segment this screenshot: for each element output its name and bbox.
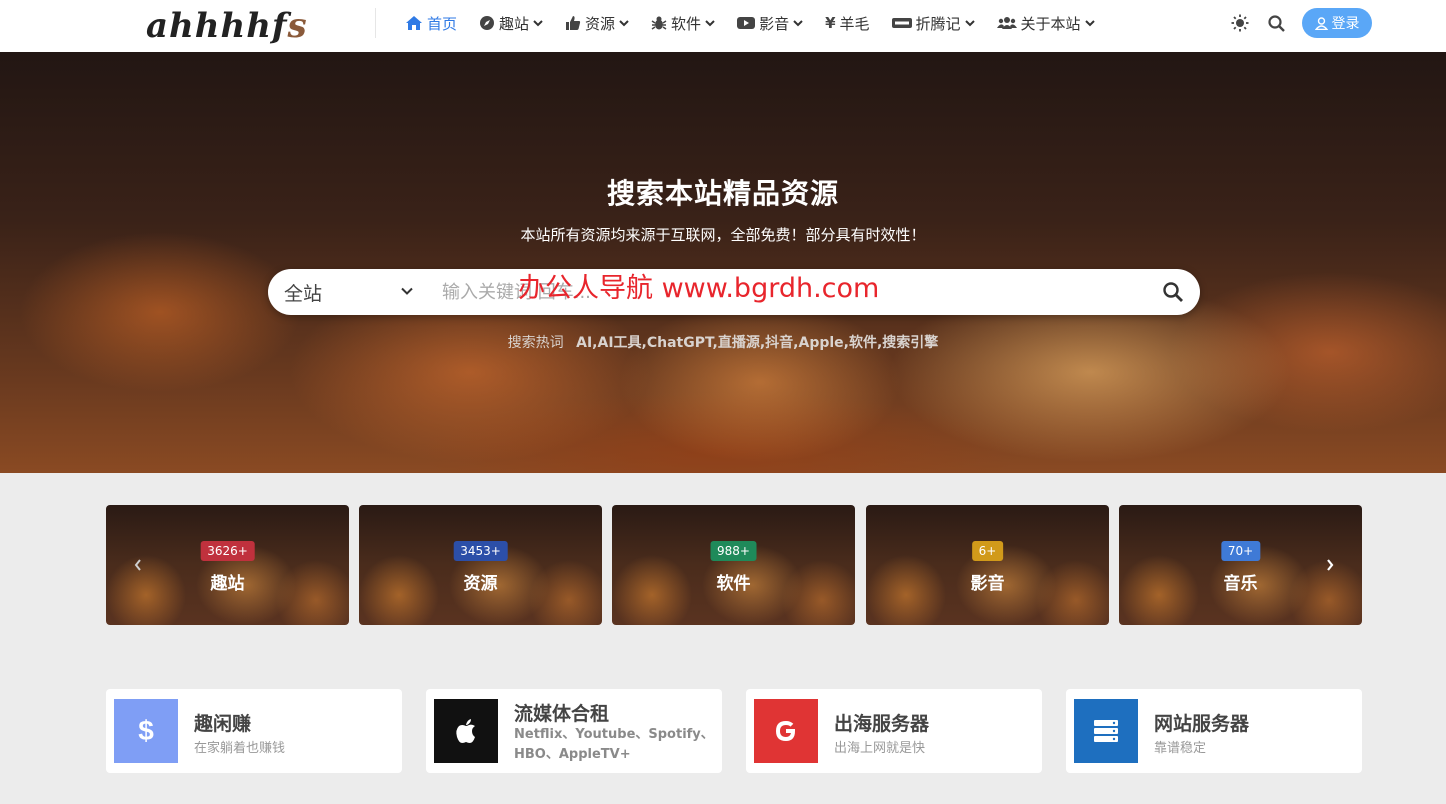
bug-icon [651,16,667,30]
site-logo[interactable]: ahhhhfs [146,6,308,46]
search-scope-value: 全站 [284,282,323,305]
sun-icon [1231,14,1249,32]
google-icon [754,699,818,763]
feature-card-streaming[interactable]: 流媒体合租 Netflix、Youtube、Spotify、HBO、AppleT… [426,689,722,773]
chevron-down-icon [964,20,975,27]
hero-search-section: 搜索本站精品资源 本站所有资源均来源于互联网，全部免费！部分具有时效性！ 全站 … [0,52,1446,473]
login-label: 登录 [1331,16,1360,32]
category-card-ruanjian[interactable]: 988+ 软件 [612,505,855,625]
feature-title: 网站服务器 [1154,713,1250,735]
compass-icon [480,16,495,30]
chevron-down-icon [619,20,629,27]
keyboard-icon [891,18,912,28]
header-actions: 登录 [1230,8,1372,38]
hot-search-terms: 搜索热词 AI,AI工具,ChatGPT,直播源,抖音,Apple,软件,搜索引… [0,332,1446,352]
home-icon [406,16,422,30]
youtube-icon [737,17,756,29]
nav-item-ruanjian[interactable]: 软件 [651,13,715,34]
nav-item-home[interactable]: 首页 [405,13,457,34]
nav-label: 折腾记 [915,14,961,33]
nav-item-about[interactable]: 关于本站 [996,13,1095,34]
category-count-badge: 3453+ [453,541,508,561]
nav-label: 资源 [585,14,616,33]
chevron-left-icon [134,559,141,571]
carousel-next-button[interactable] [1322,557,1338,573]
nav-item-yingyin[interactable]: 影音 [737,13,803,34]
feature-title: 出海服务器 [834,713,930,735]
hero-title: 搜索本站精品资源 [606,177,839,210]
search-bar: 全站 [268,269,1200,315]
chevron-down-icon [793,20,803,27]
hot-search-words[interactable]: AI,AI工具,ChatGPT,直播源,抖音,Apple,软件,搜索引擎 [576,335,938,351]
feature-title: 流媒体合租 [514,703,610,725]
nav-label: 影音 [759,14,790,33]
category-card-ziyuan[interactable]: 3453+ 资源 [359,505,602,625]
server-icon [1074,699,1138,763]
feature-card-quxianzhuan[interactable]: $ 趣闲赚 在家躺着也赚钱 [106,689,402,773]
logo-text: ahhhhf [146,6,288,46]
search-input[interactable] [442,277,1142,307]
nav-item-yangmao[interactable]: ¥ 羊毛 [825,13,869,34]
chevron-right-icon [1327,559,1334,571]
nav-item-ziyuan[interactable]: 资源 [565,13,629,34]
feature-card-chuhai-server[interactable]: 出海服务器 出海上网就是快 [746,689,1042,773]
chevron-down-icon [533,20,543,27]
nav-label: 软件 [671,14,702,33]
category-name: 软件 [716,574,751,594]
logo-text-tail: s [287,6,308,46]
hero-subtitle: 本站所有资源均来源于互联网，全部免费！部分具有时效性！ [520,226,926,244]
chevron-down-icon [1084,20,1095,27]
nav-item-zhetengji[interactable]: 折腾记 [891,13,975,34]
apple-icon [434,699,498,763]
feature-desc: 出海上网就是快 [834,741,926,756]
search-scope-select[interactable]: 全站 [284,269,322,315]
header-search-button[interactable] [1266,13,1286,33]
category-card-yingyin[interactable]: 6+ 影音 [866,505,1109,625]
user-icon [1314,16,1328,30]
nav-label: 首页 [427,14,458,33]
nav-item-quzhan[interactable]: 趣站 [479,13,543,34]
theme-toggle-button[interactable] [1230,13,1250,33]
feature-desc: Netflix、Youtube、Spotify、HBO、AppleTV+ [514,727,714,762]
category-count-badge: 988+ [710,541,757,561]
nav-label: 羊毛 [839,14,870,33]
category-count-badge: 3626+ [200,541,255,561]
category-count-badge: 6+ [971,541,1004,561]
carousel-prev-button[interactable] [130,557,146,573]
category-name: 影音 [970,574,1005,594]
feature-card-web-server[interactable]: 网站服务器 靠谱稳定 [1066,689,1362,773]
top-header: ahhhhfs 首页 趣站 资源 软件 影音 ¥ 羊毛 折腾记 关于本站 登录 [0,0,1446,52]
login-button[interactable]: 登录 [1302,8,1372,38]
feature-title: 趣闲赚 [194,713,252,735]
hot-search-label: 搜索热词 [507,335,564,351]
chevron-down-icon [705,20,715,27]
yen-icon: ¥ [825,14,836,32]
category-name: 资源 [463,574,498,594]
feature-desc: 靠谱稳定 [1154,741,1207,756]
nav-label: 趣站 [499,14,530,33]
nav-label: 关于本站 [1020,14,1081,33]
users-icon [996,17,1017,29]
header-divider [375,8,376,38]
main-nav: 首页 趣站 资源 软件 影音 ¥ 羊毛 折腾记 关于本站 [405,0,1095,46]
category-count-badge: 70+ [1220,541,1261,561]
search-icon[interactable] [1162,281,1184,303]
search-icon [1267,14,1285,32]
thumbs-up-icon [566,16,581,30]
dollar-icon: $ [114,699,178,763]
chevron-down-icon[interactable] [400,284,414,298]
feature-desc: 在家躺着也赚钱 [194,741,286,756]
